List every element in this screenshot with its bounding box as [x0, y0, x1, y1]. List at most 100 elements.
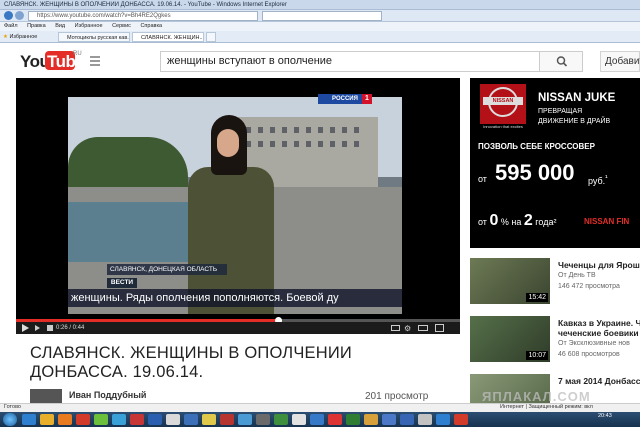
status-text: Готово — [4, 404, 21, 410]
related-title-1[interactable]: Чеченцы для Ярош — [558, 260, 640, 270]
app-taskbar-icon-22[interactable] — [454, 414, 468, 425]
region-label: RU — [73, 51, 82, 57]
nissan-logo-text: NISSAN — [483, 97, 523, 105]
screen: СЛАВЯНСК. ЖЕНЩИНЫ В ОПОЛЧЕНИИ ДОНБАССА. … — [0, 0, 640, 427]
ie-taskbar-icon[interactable] — [22, 414, 36, 425]
ad-loan-from: от — [478, 217, 487, 227]
related-views-1: 146 472 просмотра — [558, 283, 620, 290]
related-author-1: От День ТВ — [558, 272, 596, 279]
channel-name[interactable]: Иван Поддубный — [69, 390, 146, 400]
ad-title: NISSAN JUKE — [538, 92, 616, 104]
tab-moto[interactable]: Мотоциклы русская кав... — [58, 32, 130, 42]
app-taskbar-icon-11[interactable] — [256, 414, 270, 425]
vesti-tag: ВЕСТИ — [107, 278, 137, 288]
related-thumb-1[interactable]: 15:42 — [470, 258, 550, 304]
menu-edit[interactable]: Правка — [27, 23, 46, 29]
explorer-taskbar-icon[interactable] — [40, 414, 54, 425]
forward-icon[interactable] — [15, 11, 24, 20]
ad-currency-mark: ¹ — [605, 173, 608, 182]
ad-currency-label: руб. — [588, 176, 606, 186]
ad-subtitle-1: ПРЕВРАЩАЯ — [538, 108, 583, 115]
app-taskbar-icon-15[interactable] — [328, 414, 342, 425]
app-taskbar-icon-2[interactable] — [94, 414, 108, 425]
ad-offer: ПОЗВОЛЬ СЕБЕ КРОССОВЕР — [478, 142, 595, 151]
app-taskbar-icon-21[interactable] — [436, 414, 450, 425]
captions-icon[interactable] — [391, 325, 400, 331]
back-icon[interactable] — [4, 11, 13, 20]
start-button[interactable] — [3, 413, 17, 426]
gear-icon[interactable]: ⚙ — [404, 324, 411, 333]
app-taskbar-icon-14[interactable] — [310, 414, 324, 425]
avatar[interactable] — [30, 389, 62, 403]
menu-tools[interactable]: Сервис — [112, 23, 131, 29]
video-subtitle: женщины. Ряды ополчения пополняются. Бое… — [68, 289, 402, 307]
location-caption: СЛАВЯНСК, ДОНЕЦКАЯ ОБЛАСТЬ — [107, 264, 227, 275]
related-title-2[interactable]: Кавказ в Украине. Ч — [558, 318, 640, 328]
app-taskbar-icon-3[interactable] — [112, 414, 126, 425]
menu-file[interactable]: Файл — [4, 23, 18, 29]
play-icon[interactable] — [22, 324, 29, 332]
app-taskbar-icon-6[interactable] — [166, 414, 180, 425]
ad-loan-years: 2 — [523, 212, 533, 229]
ad-loan-years-unit: года² — [535, 217, 557, 227]
ad-loan: от 0 % на 2 года² — [478, 212, 556, 230]
ad-currency: руб.¹ — [588, 173, 608, 186]
app-taskbar-icon-17[interactable] — [364, 414, 378, 425]
ad-loan-rate-unit: % на — [500, 217, 522, 227]
star-icon: ★ — [3, 34, 8, 40]
app-taskbar-icon-12[interactable] — [274, 414, 288, 425]
time-display: 0:26 / 0:44 — [56, 325, 85, 331]
ad-price: 595 000 — [495, 160, 575, 185]
window-title-bar: СЛАВЯНСК. ЖЕНЩИНЫ В ОПОЛЧЕНИИ ДОНБАССА. … — [0, 0, 640, 10]
app-taskbar-icon-7[interactable] — [184, 414, 198, 425]
app-taskbar-icon-4[interactable] — [130, 414, 144, 425]
ad-finance-brand: NISSAN FIN — [584, 217, 630, 226]
view-count: 201 просмотр — [365, 391, 429, 402]
app-taskbar-icon-13[interactable] — [292, 414, 306, 425]
search-input[interactable]: женщины вступают в ополчение — [160, 51, 540, 72]
menu-favorites[interactable]: Избранное — [75, 23, 103, 29]
fullscreen-icon[interactable] — [435, 324, 444, 332]
app-taskbar-icon-5[interactable] — [148, 414, 162, 425]
app-taskbar-icon-20[interactable] — [418, 414, 432, 425]
youtube-logo[interactable]: You Tube — [20, 50, 85, 72]
search-icon — [556, 56, 568, 67]
video-title: СЛАВЯНСК. ЖЕНЩИНЫ В ОПОЛЧЕНИИ ДОНБАССА. … — [30, 344, 352, 381]
address-bar: https://www.youtube.com/watch?v=Bh4RE2Qg… — [0, 10, 640, 22]
watermark: ЯПЛАКАЛ.COM — [482, 389, 591, 404]
status-zone: Интернет | Защищенный режим: вкл — [500, 404, 593, 410]
tab-video[interactable]: СЛАВЯНСК. ЖЕНЩИН... — [132, 32, 204, 42]
app-taskbar-icon-8[interactable] — [202, 414, 216, 425]
browser-search-field[interactable] — [262, 11, 382, 21]
favorites-label: Избранное — [9, 34, 38, 40]
nissan-logo: NISSAN — [480, 84, 526, 124]
app-taskbar-icon-9[interactable] — [220, 414, 234, 425]
tabs-bar: ★ Избранное Мотоциклы русская кав... СЛА… — [0, 31, 640, 43]
app-taskbar-icon-16[interactable] — [346, 414, 360, 425]
related-thumb-2[interactable]: 10:07 — [470, 316, 550, 362]
url-field[interactable]: https://www.youtube.com/watch?v=Bh4RE2Qg… — [28, 11, 258, 21]
video-person-face — [217, 129, 239, 157]
volume-icon[interactable] — [47, 325, 53, 331]
ad-loan-rate: 0 — [489, 212, 499, 229]
guide-menu-icon[interactable] — [90, 56, 106, 66]
tray-clock[interactable]: 20:43 — [598, 413, 612, 420]
app-taskbar-icon-10[interactable] — [238, 414, 252, 425]
media-taskbar-icon[interactable] — [58, 414, 72, 425]
new-tab-button[interactable] — [206, 32, 216, 42]
related-duration-1: 15:42 — [526, 293, 548, 302]
upload-button[interactable]: Добавить — [600, 51, 640, 72]
menu-bar: Файл Правка Вид Избранное Сервис Справка — [0, 22, 640, 31]
menu-help[interactable]: Справка — [140, 23, 162, 29]
app-taskbar-icon-1[interactable] — [76, 414, 90, 425]
related-title-3[interactable]: 7 мая 2014 Донбасс — [558, 376, 640, 386]
theater-mode-icon[interactable] — [418, 325, 428, 331]
next-icon[interactable] — [35, 325, 42, 331]
favorites-button[interactable]: ★ Избранное — [3, 33, 37, 41]
related-duration-2: 10:07 — [526, 351, 548, 360]
app-taskbar-icon-19[interactable] — [400, 414, 414, 425]
search-button[interactable] — [539, 51, 583, 72]
menu-view[interactable]: Вид — [55, 23, 65, 29]
related-title-2-line2[interactable]: чеченские боевики — [558, 328, 639, 338]
app-taskbar-icon-18[interactable] — [382, 414, 396, 425]
